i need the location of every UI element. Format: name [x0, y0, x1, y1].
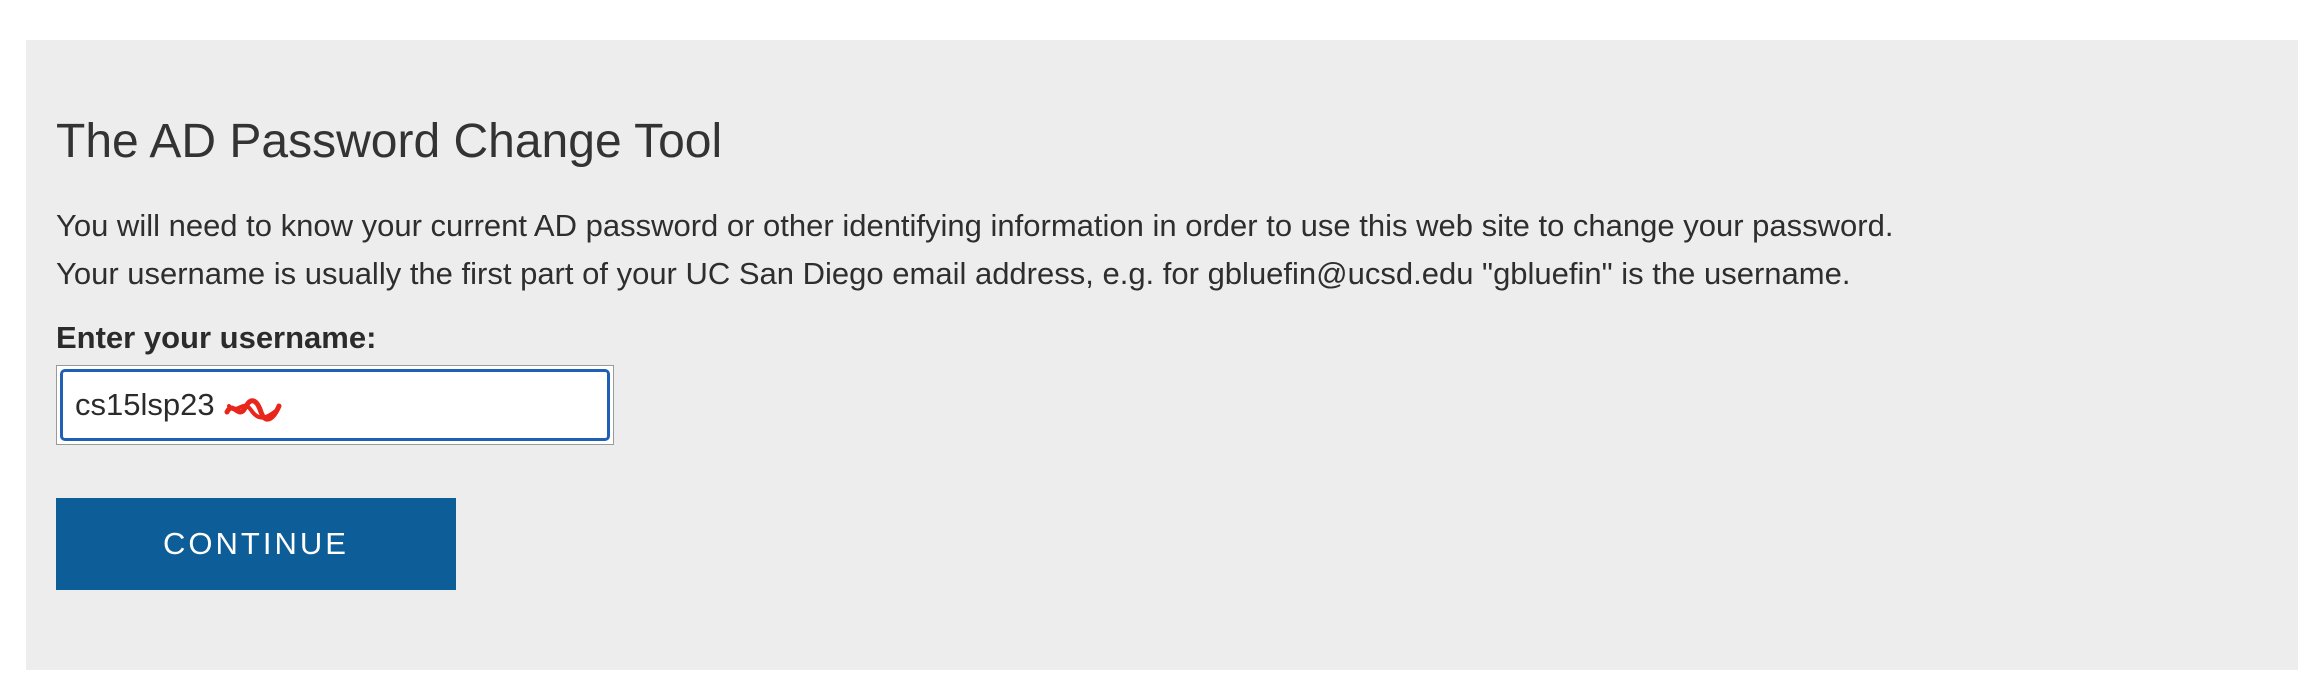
username-input[interactable]: [75, 372, 575, 438]
redaction-scribble: [224, 398, 282, 422]
username-field[interactable]: [60, 369, 610, 441]
page-title: The AD Password Change Tool: [56, 115, 723, 168]
intro-line-password: You will need to know your current AD pa…: [56, 208, 1894, 243]
username-label: Enter your username:: [56, 320, 377, 355]
content-panel: The AD Password Change Tool You will nee…: [26, 40, 2298, 670]
intro-text: You will need to know your current AD pa…: [56, 202, 1893, 298]
intro-line-username: Your username is usually the first part …: [56, 256, 1851, 291]
username-field-frame: [56, 365, 614, 445]
continue-button[interactable]: CONTINUE: [56, 498, 456, 590]
